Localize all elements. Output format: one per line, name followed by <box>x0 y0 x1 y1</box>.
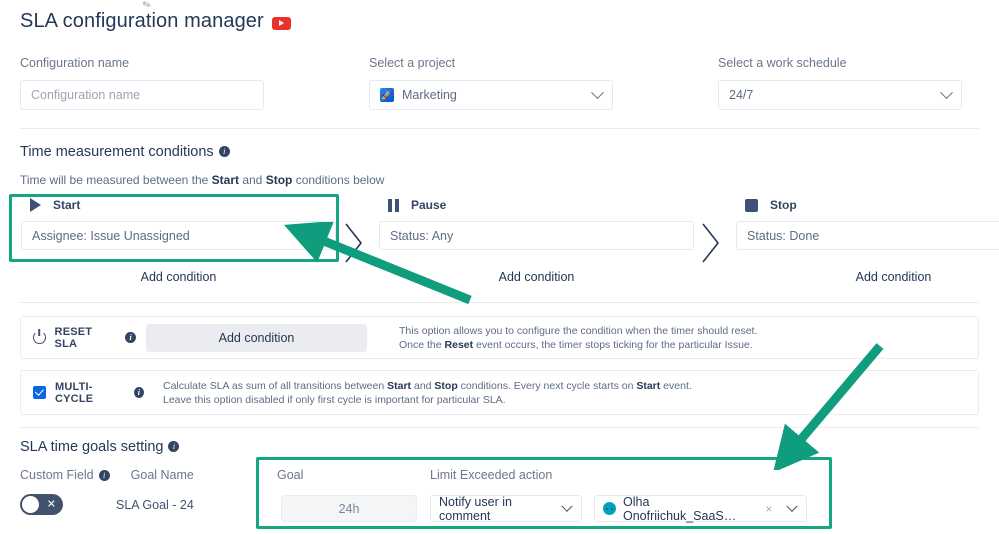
sla-configuration-page: SLA configuration manager ✎ Configuratio… <box>0 0 999 534</box>
action-value: Notify user in comment <box>439 494 512 523</box>
chevron-down-icon <box>940 85 953 99</box>
toggle-off-icon: ✕ <box>46 498 56 510</box>
page-header: SLA configuration manager <box>20 10 291 33</box>
info-icon[interactable]: i <box>134 387 144 398</box>
goal-name-label: Goal Name <box>130 468 194 482</box>
power-icon <box>33 331 46 344</box>
separator-chevron-icon <box>702 223 720 263</box>
clear-user-icon[interactable]: × <box>765 502 772 516</box>
project-value: Marketing <box>402 88 457 102</box>
multi-cycle-checkbox[interactable] <box>33 386 46 399</box>
divider-2 <box>20 302 979 303</box>
stop-condition-column: Stop Status: Done Add condition <box>736 198 999 284</box>
stop-header: Stop <box>736 198 999 212</box>
page-title: SLA configuration manager <box>20 10 264 32</box>
limit-exceeded-action-select[interactable]: Notify user in comment <box>430 494 582 523</box>
pause-icon <box>388 198 399 212</box>
sla-goals-header-row: Custom Field i Goal Name <box>20 468 194 482</box>
time-measurement-title: Time measurement conditions i <box>20 144 230 160</box>
reset-sla-label: RESET SLA i <box>21 326 136 350</box>
configuration-name-label: Configuration name <box>20 56 130 70</box>
stop-label: Stop <box>770 198 797 212</box>
reset-sla-description: This option allows you to configure the … <box>399 324 758 351</box>
custom-field-label: Custom Field <box>20 468 94 482</box>
pause-condition-input[interactable]: Status: Any <box>379 221 694 250</box>
play-icon <box>30 198 41 212</box>
multi-cycle-description: Calculate SLA as sum of all transitions … <box>163 379 692 406</box>
goal-value-input[interactable]: 24h <box>281 495 417 522</box>
chevron-down-icon <box>786 500 798 512</box>
info-icon[interactable]: i <box>125 332 136 343</box>
pause-condition-column: Pause Status: Any Add condition <box>379 198 694 284</box>
sla-goal-row: ✕ SLA Goal - 24 <box>20 494 194 515</box>
reset-sla-card: RESET SLA i Add condition This option al… <box>20 316 979 359</box>
project-field: Select a project 🚀 Marketing <box>369 56 613 110</box>
limit-exceeded-action-label: Limit Exceeded action <box>430 468 553 482</box>
pause-header: Pause <box>379 198 694 212</box>
time-measurement-note: Time will be measured between the Start … <box>20 173 385 187</box>
project-label: Select a project <box>369 56 456 70</box>
chevron-down-icon <box>591 85 604 99</box>
multi-cycle-label: MULTI-CYCLE i <box>21 381 144 405</box>
start-condition-input[interactable]: Assignee: Issue Unassigned <box>21 221 336 250</box>
info-icon[interactable]: i <box>168 441 180 452</box>
multi-cycle-card: MULTI-CYCLE i Calculate SLA as sum of al… <box>20 370 979 415</box>
start-add-condition[interactable]: Add condition <box>21 270 336 284</box>
avatar <box>603 502 616 515</box>
reset-add-condition-button[interactable]: Add condition <box>146 323 367 352</box>
divider-3 <box>20 427 979 428</box>
notify-user-select[interactable]: Olha Onofriichuk_SaaS… × <box>594 494 807 523</box>
work-schedule-field: Select a work schedule 24/7 <box>718 56 962 110</box>
start-condition-column: Start Assignee: Issue Unassigned Add con… <box>21 198 336 284</box>
sla-goals-title: SLA time goals setting i <box>20 439 180 455</box>
work-schedule-value: 24/7 <box>729 88 754 102</box>
user-name: Olha Onofriichuk_SaaS… <box>623 494 737 523</box>
pause-label: Pause <box>411 198 447 212</box>
info-icon[interactable]: i <box>218 146 230 157</box>
stop-add-condition[interactable]: Add condition <box>736 270 999 284</box>
work-schedule-select[interactable]: 24/7 <box>718 80 962 110</box>
start-label: Start <box>53 198 81 212</box>
stop-condition-input[interactable]: Status: Done <box>736 221 999 250</box>
goal-column-label: Goal <box>277 468 304 482</box>
rocket-icon: 🚀 <box>380 88 394 102</box>
youtube-icon[interactable] <box>271 16 291 30</box>
configuration-name-field: Configuration name Configuration name <box>20 56 264 110</box>
project-select[interactable]: 🚀 Marketing <box>369 80 613 110</box>
work-schedule-label: Select a work schedule <box>718 56 847 70</box>
pause-add-condition[interactable]: Add condition <box>379 270 694 284</box>
stop-icon <box>745 198 758 212</box>
start-header: Start <box>21 198 336 212</box>
separator-chevron-icon <box>345 223 363 263</box>
goal-name-value: SLA Goal - 24 <box>116 497 194 512</box>
custom-field-toggle[interactable]: ✕ <box>20 494 63 515</box>
configuration-name-input[interactable]: Configuration name <box>20 80 264 110</box>
toggle-knob <box>22 496 39 513</box>
divider-1 <box>20 128 979 129</box>
info-icon[interactable]: i <box>98 469 110 481</box>
